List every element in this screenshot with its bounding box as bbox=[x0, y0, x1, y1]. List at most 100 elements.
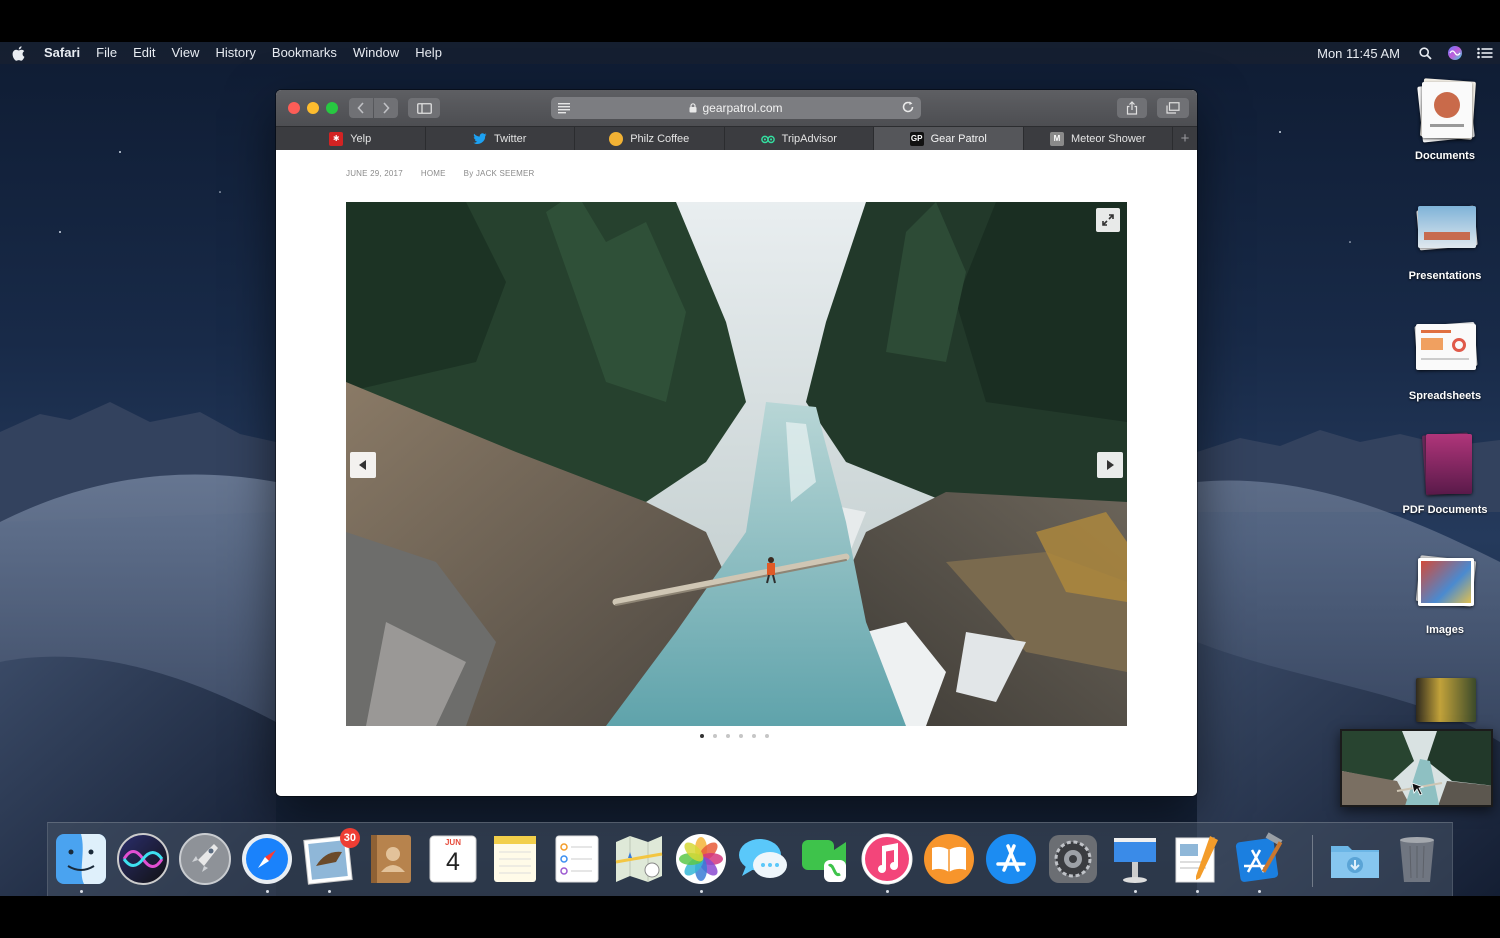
dock-downloads-folder[interactable] bbox=[1328, 832, 1382, 886]
window-minimize-button[interactable] bbox=[307, 102, 319, 114]
stack-pdf-documents[interactable]: PDF Documents bbox=[1398, 432, 1492, 516]
dragged-image-thumbnail[interactable] bbox=[1340, 729, 1493, 807]
dock-keynote[interactable] bbox=[1108, 832, 1162, 886]
back-button[interactable] bbox=[349, 98, 373, 118]
apple-icon[interactable] bbox=[0, 45, 36, 61]
reminders-icon bbox=[555, 835, 599, 883]
window-close-button[interactable] bbox=[288, 102, 300, 114]
window-zoom-button[interactable] bbox=[326, 102, 338, 114]
reload-icon bbox=[902, 101, 914, 113]
dock-notes[interactable] bbox=[488, 832, 542, 886]
gallery-dot[interactable] bbox=[752, 734, 756, 738]
dock-maps[interactable] bbox=[612, 832, 666, 886]
menubar-clock[interactable]: Mon 11:45 AM bbox=[1307, 46, 1410, 61]
dock-ibooks[interactable] bbox=[922, 832, 976, 886]
gallery-dot[interactable] bbox=[765, 734, 769, 738]
images-stack-icon bbox=[1414, 552, 1477, 614]
gallery-dot[interactable] bbox=[739, 734, 743, 738]
siri-icon[interactable] bbox=[1440, 42, 1470, 64]
chevron-left-icon bbox=[357, 102, 364, 114]
article-byline[interactable]: By JACK SEEMER bbox=[464, 169, 535, 178]
photos-flower-icon bbox=[676, 834, 726, 884]
sidebar-toggle-button[interactable] bbox=[408, 98, 440, 118]
ibooks-book-icon bbox=[924, 834, 974, 884]
tab-philz-coffee[interactable]: Philz Coffee bbox=[575, 127, 725, 150]
address-bar[interactable]: gearpatrol.com bbox=[551, 97, 921, 119]
dock-siri[interactable] bbox=[116, 832, 170, 886]
dock-mail[interactable]: 30 bbox=[302, 828, 360, 886]
address-text: gearpatrol.com bbox=[702, 101, 783, 115]
running-indicator bbox=[80, 890, 83, 893]
menu-history[interactable]: History bbox=[207, 42, 263, 64]
dock-facetime[interactable] bbox=[798, 832, 852, 886]
dock-safari[interactable] bbox=[240, 832, 294, 886]
tab-gear-patrol[interactable]: GP Gear Patrol bbox=[874, 127, 1024, 150]
dock-finder[interactable] bbox=[54, 832, 108, 886]
expand-icon bbox=[1102, 214, 1114, 226]
running-indicator bbox=[1134, 890, 1137, 893]
messages-bubble-icon bbox=[739, 839, 787, 878]
letterbox-top bbox=[0, 0, 1500, 42]
dock-calendar[interactable]: JUN 4 bbox=[426, 832, 480, 886]
share-button[interactable] bbox=[1117, 98, 1147, 118]
stack-label: Spreadsheets bbox=[1408, 390, 1482, 402]
dock-pages[interactable] bbox=[1170, 832, 1224, 886]
menu-file[interactable]: File bbox=[88, 42, 125, 64]
tab-label: Twitter bbox=[494, 132, 527, 145]
gallery-next-button[interactable] bbox=[1097, 452, 1123, 478]
calendar-day: 4 bbox=[446, 848, 460, 876]
menu-app-name[interactable]: Safari bbox=[36, 42, 88, 64]
stack-images[interactable]: Images bbox=[1398, 552, 1492, 636]
gallery-prev-button[interactable] bbox=[350, 452, 376, 478]
show-all-tabs-button[interactable] bbox=[1157, 98, 1189, 118]
stack-spreadsheets[interactable]: Spreadsheets bbox=[1398, 318, 1492, 402]
dock-messages[interactable] bbox=[736, 832, 790, 886]
tab-yelp[interactable]: ✱ Yelp bbox=[276, 127, 426, 150]
dock-system-preferences[interactable] bbox=[1046, 832, 1100, 886]
notification-center-icon[interactable] bbox=[1470, 42, 1500, 64]
dock-launchpad[interactable] bbox=[178, 832, 232, 886]
new-tab-button[interactable]: + bbox=[1173, 127, 1197, 150]
triangle-right-icon bbox=[1107, 460, 1114, 470]
presentations-stack-icon bbox=[1414, 198, 1478, 260]
stack-label: PDF Documents bbox=[1402, 504, 1488, 516]
gallery-photo[interactable] bbox=[346, 202, 1127, 726]
forward-button[interactable] bbox=[374, 98, 398, 118]
stack-documents[interactable]: Documents bbox=[1398, 78, 1492, 162]
dock-xcode[interactable] bbox=[1232, 832, 1286, 886]
dock-contacts[interactable] bbox=[364, 832, 418, 886]
philz-favicon-icon bbox=[609, 131, 624, 146]
tab-bar: ✱ Yelp Twitter Philz Coffee TripAdvisor … bbox=[276, 126, 1197, 150]
menu-bookmarks[interactable]: Bookmarks bbox=[264, 42, 345, 64]
tab-twitter[interactable]: Twitter bbox=[426, 127, 575, 150]
dock-reminders[interactable] bbox=[550, 832, 604, 886]
menu-edit[interactable]: Edit bbox=[125, 42, 163, 64]
tab-label: TripAdvisor bbox=[781, 132, 837, 145]
dock-photos[interactable] bbox=[674, 832, 728, 886]
gallery-dot[interactable] bbox=[713, 734, 717, 738]
article-section-link[interactable]: HOME bbox=[421, 169, 446, 178]
menu-window[interactable]: Window bbox=[345, 42, 407, 64]
gallery-dot[interactable] bbox=[726, 734, 730, 738]
fullscreen-expand-button[interactable] bbox=[1096, 208, 1120, 232]
menu-view[interactable]: View bbox=[164, 42, 208, 64]
share-icon bbox=[1126, 101, 1138, 115]
dock-trash[interactable] bbox=[1390, 832, 1444, 886]
dock: 30 JUN 4 bbox=[47, 822, 1453, 896]
siri-icon bbox=[117, 833, 169, 885]
stack-presentations[interactable]: Presentations bbox=[1398, 198, 1492, 282]
dock-itunes[interactable] bbox=[860, 832, 914, 886]
finder-icon bbox=[56, 834, 106, 884]
safari-window: gearpatrol.com ✱ Yelp Twitter Philz Coff… bbox=[276, 90, 1197, 796]
pages-pen-icon bbox=[1175, 836, 1218, 883]
running-indicator bbox=[266, 890, 269, 893]
running-indicator bbox=[328, 890, 331, 893]
stack-partial-item[interactable] bbox=[1398, 676, 1492, 722]
twitter-favicon-icon bbox=[473, 132, 487, 146]
dock-app-store[interactable] bbox=[984, 832, 1038, 886]
tab-tripadvisor[interactable]: TripAdvisor bbox=[725, 127, 874, 150]
spotlight-search-icon[interactable] bbox=[1410, 42, 1440, 64]
tab-meteor-shower[interactable]: M Meteor Shower bbox=[1024, 127, 1173, 150]
gallery-dot-active[interactable] bbox=[700, 734, 704, 738]
menu-help[interactable]: Help bbox=[407, 42, 450, 64]
